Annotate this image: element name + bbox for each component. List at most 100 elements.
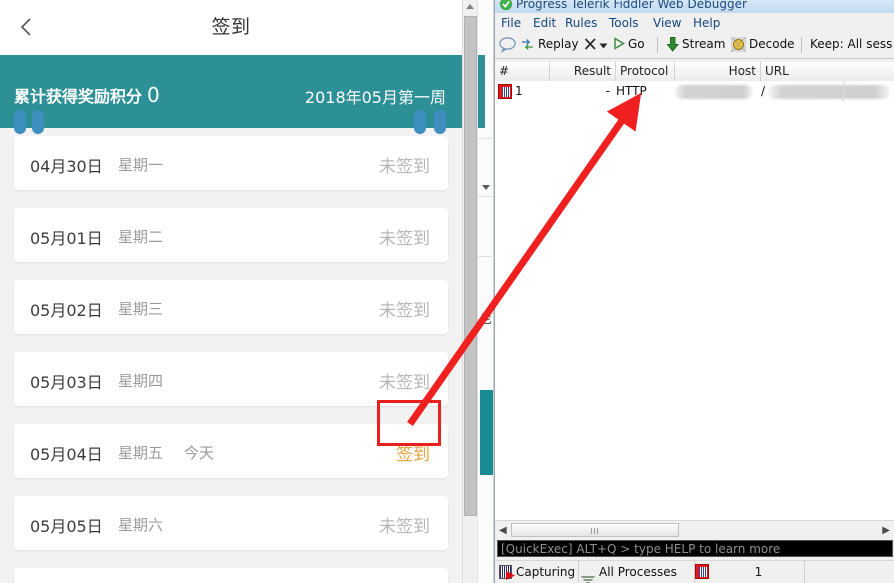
row-date: 05月04日 xyxy=(30,445,103,464)
grid-column-separator xyxy=(843,81,844,102)
banner-leg-decoration xyxy=(434,110,446,134)
cell-host-redacted xyxy=(675,85,753,99)
capturing-icon xyxy=(499,565,512,579)
menu-edit[interactable]: Edit xyxy=(533,16,556,30)
list-item[interactable]: 05月05日 星期六 未签到 xyxy=(14,496,448,550)
row-status: 未签到 xyxy=(379,229,430,249)
row-date: 05月05日 xyxy=(30,517,103,536)
list-item-today[interactable]: 05月04日 星期五 今天 签到 xyxy=(14,424,448,478)
http-session-icon xyxy=(498,84,512,99)
fiddler-logo-icon xyxy=(499,0,513,11)
banner-leg-decoration xyxy=(414,110,426,134)
reward-label: 累计获得奖励积分 0 xyxy=(14,83,160,107)
reward-label-text: 累计获得奖励积分 xyxy=(14,87,143,106)
statusbar-spare xyxy=(805,561,894,583)
row-date: 05月01日 xyxy=(30,229,103,248)
scrollbar-thumb[interactable] xyxy=(464,16,477,516)
process-filter-label: All Processes xyxy=(599,565,677,579)
column-header-number[interactable]: # xyxy=(495,62,550,81)
stream-button[interactable]: Stream xyxy=(682,37,725,51)
menu-help[interactable]: Help xyxy=(693,16,720,30)
banner-leg-decoration xyxy=(14,110,26,134)
page-title: 签到 xyxy=(211,16,251,38)
background-window-sliver: 尼 xyxy=(462,0,494,583)
menu-tools[interactable]: Tools xyxy=(609,16,639,30)
scroll-up-arrow-icon[interactable] xyxy=(466,4,474,9)
row-weekday: 星期四 xyxy=(118,372,164,390)
scroll-right-arrow-icon[interactable]: ▶ xyxy=(882,525,890,536)
table-row[interactable]: 1 - HTTP / xyxy=(495,81,894,102)
hidden-window-teal-bar xyxy=(480,390,493,475)
row-date: 05月03日 xyxy=(30,373,103,392)
comment-bubble-icon[interactable] xyxy=(499,36,516,56)
fiddler-statusbar: Capturing All Processes 1 xyxy=(495,560,894,583)
go-button[interactable]: Go xyxy=(628,37,645,51)
session-grid-body[interactable]: 1 - HTTP / xyxy=(495,81,894,521)
list-item[interactable]: 05月06日 星期日 未签到 xyxy=(14,568,448,583)
cell-url-redacted xyxy=(768,85,890,99)
scroll-left-arrow-icon[interactable]: ◀ xyxy=(499,525,507,536)
scrollbar-thumb[interactable] xyxy=(511,523,679,537)
list-item[interactable]: 05月03日 星期四 未签到 xyxy=(14,352,448,406)
list-item[interactable]: 05月01日 星期二 未签到 xyxy=(14,208,448,262)
signin-button[interactable]: 签到 xyxy=(396,440,430,465)
row-date: 04月30日 xyxy=(30,157,103,176)
capturing-label: Capturing xyxy=(516,565,576,579)
row-status: 未签到 xyxy=(379,517,430,537)
row-today-tag: 今天 xyxy=(184,444,215,462)
row-weekday: 星期一 xyxy=(118,156,164,174)
keep-sessions-dropdown[interactable]: Keep: All sess xyxy=(810,37,892,51)
hidden-window-glyph: 尼 xyxy=(480,312,493,326)
cell-result: - xyxy=(605,84,610,98)
remove-x-icon[interactable] xyxy=(583,36,598,55)
scroll-down-arrow-icon[interactable] xyxy=(482,185,490,190)
column-header-result[interactable]: Result xyxy=(550,62,616,81)
decode-grid-icon[interactable] xyxy=(730,36,747,55)
list-item[interactable]: 04月30日 星期一 未签到 xyxy=(14,136,448,190)
replay-button[interactable]: Replay xyxy=(538,37,579,51)
session-count: 1 xyxy=(754,565,763,579)
row-date: 05月02日 xyxy=(30,301,103,320)
banner-leg-decoration xyxy=(32,110,44,134)
column-header-protocol[interactable]: Protocol xyxy=(616,62,675,81)
http-session-icon xyxy=(695,564,709,579)
replay-arrows-icon[interactable] xyxy=(520,37,535,55)
session-count-cell[interactable]: 1 xyxy=(695,561,805,583)
quickexec-input[interactable]: [QuickExec] ALT+Q > type HELP to learn m… xyxy=(497,540,893,557)
hidden-window-column: 尼 xyxy=(477,0,494,583)
stream-arrow-icon[interactable] xyxy=(665,36,680,56)
decode-button[interactable]: Decode xyxy=(749,37,795,51)
process-filter-icon xyxy=(581,569,595,583)
reward-banner: 累计获得奖励积分 0 2018年05月第一周 xyxy=(0,55,462,134)
process-filter[interactable]: All Processes xyxy=(579,561,695,583)
fiddler-toolbar: Replay Go Stream Decode Keep: All sess xyxy=(495,34,894,59)
list-item[interactable]: 05月02日 星期三 未签到 xyxy=(14,280,448,334)
session-grid-header: # Result Protocol Host URL xyxy=(495,62,894,82)
column-header-url[interactable]: URL xyxy=(761,62,894,81)
browser-vertical-scrollbar[interactable] xyxy=(462,0,478,583)
menu-file[interactable]: File xyxy=(501,16,521,30)
scroll-grip-icon xyxy=(591,528,599,534)
week-label: 2018年05月第一周 xyxy=(304,88,446,107)
grid-horizontal-scrollbar[interactable]: ◀ ▶ xyxy=(495,520,894,539)
mobile-navbar: 签到 xyxy=(0,0,462,56)
row-weekday: 星期三 xyxy=(118,300,164,318)
fiddler-title-text: Progress Telerik Fiddler Web Debugger xyxy=(516,0,747,11)
signin-list: 04月30日 星期一 未签到 05月01日 星期二 未签到 05月02日 星期三… xyxy=(0,136,462,583)
row-weekday: 星期五 xyxy=(118,444,164,462)
row-weekday: 星期六 xyxy=(118,516,164,534)
chevron-down-icon[interactable] xyxy=(599,39,608,53)
go-play-icon[interactable] xyxy=(613,37,625,53)
hidden-window-teal-band xyxy=(478,55,485,128)
row-status: 未签到 xyxy=(379,157,430,177)
column-header-host[interactable]: Host xyxy=(675,62,761,81)
menu-rules[interactable]: Rules xyxy=(565,16,597,30)
row-status: 未签到 xyxy=(379,373,430,393)
fiddler-titlebar[interactable]: Progress Telerik Fiddler Web Debugger xyxy=(495,0,894,13)
menu-view[interactable]: View xyxy=(653,16,681,30)
fiddler-menubar: File Edit Rules Tools View Help xyxy=(495,13,894,35)
quickexec-placeholder: [QuickExec] ALT+Q > type HELP to learn m… xyxy=(501,542,781,556)
cell-number: 1 xyxy=(515,84,523,98)
mobile-webview: 签到 累计获得奖励积分 0 2018年05月第一周 04月30日 星期一 未签到 … xyxy=(0,0,462,583)
row-weekday: 星期二 xyxy=(118,228,164,246)
